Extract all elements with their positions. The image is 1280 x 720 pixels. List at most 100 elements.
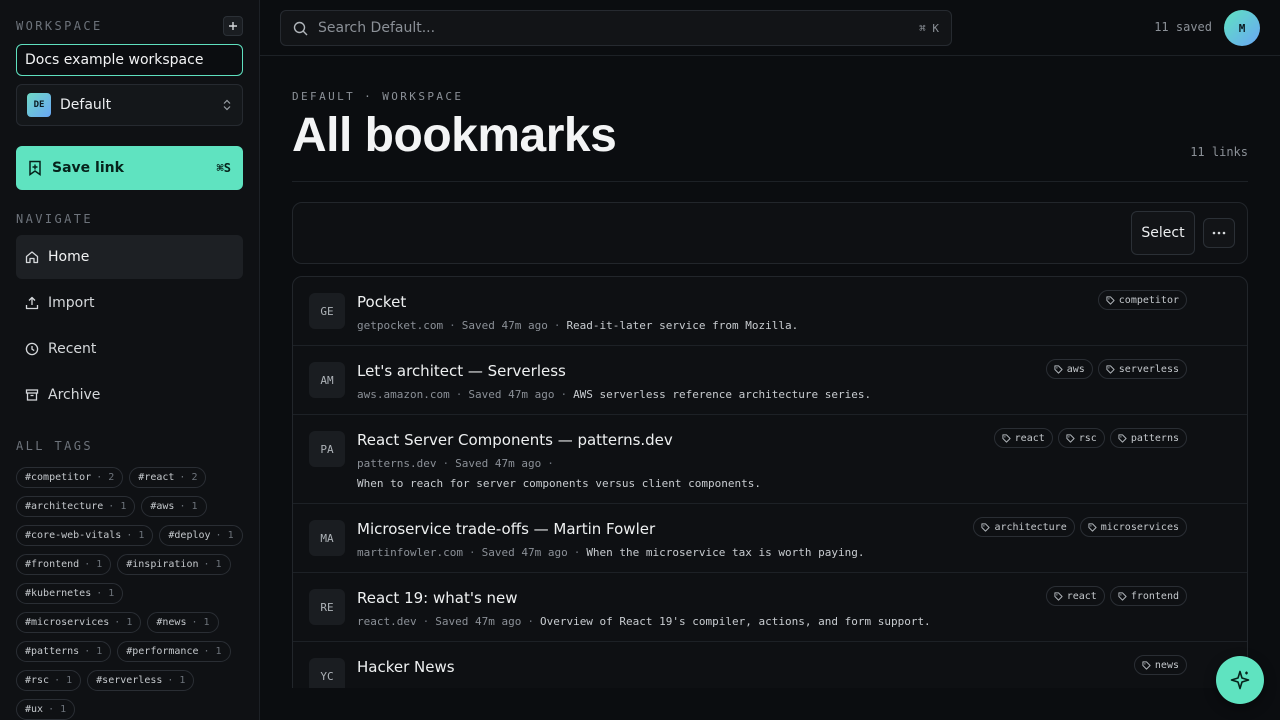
tag-icon xyxy=(1106,364,1115,374)
tag-chip-name: #performance xyxy=(126,646,199,657)
bookmark-saved-time: Saved 47m ago xyxy=(468,388,555,401)
tag-chip-count: · 1 xyxy=(84,559,103,570)
tag-chip[interactable]: #deploy · 1 xyxy=(159,525,243,546)
site-favicon: AM xyxy=(309,362,345,398)
bookmark-title[interactable]: React 19: what's new xyxy=(357,589,518,607)
tag-chip[interactable]: #core-web-vitals · 1 xyxy=(16,525,154,546)
bookmark-title[interactable]: Hacker News xyxy=(357,658,455,676)
tag-chip[interactable]: #patterns · 1 xyxy=(16,641,112,662)
sidebar-item-recent[interactable]: Recent xyxy=(16,327,243,371)
bookmark-saved-time: Saved 47m ago xyxy=(461,319,548,332)
bookmark-title[interactable]: React Server Components — patterns.dev xyxy=(357,431,673,449)
save-link-button[interactable]: Save link ⌘S xyxy=(16,146,243,190)
bookmark-tag[interactable]: microservices xyxy=(1079,517,1187,537)
separator: · xyxy=(547,457,554,470)
tag-chip[interactable]: #competitor · 2 xyxy=(16,467,124,488)
avatar[interactable]: M xyxy=(1224,10,1260,46)
bookmark-plus-icon xyxy=(29,160,41,176)
bookmark-tag-label: news xyxy=(1154,659,1179,671)
save-link-label: Save link xyxy=(52,160,124,176)
tag-chip-name: #microservices xyxy=(25,617,110,628)
tag-icon xyxy=(1118,591,1127,601)
bookmark-tag-label: frontend xyxy=(1130,590,1179,602)
bookmark-row[interactable]: GE Pocket getpocket.com · Saved 47m ago · Read… xyxy=(293,277,1247,346)
sidebar-item-label: Import xyxy=(48,295,95,311)
bookmark-description: When the microservice tax is worth payin… xyxy=(586,546,865,559)
bookmark-title[interactable]: Pocket xyxy=(357,293,406,311)
separator: · xyxy=(553,319,561,332)
bookmark-row[interactable]: YC Hacker News news xyxy=(293,642,1247,688)
bookmark-title[interactable]: Microservice trade-offs — Martin Fowler xyxy=(357,520,655,538)
bookmark-meta: aws.amazon.com · Saved 47m ago · AWS serverl… xyxy=(357,388,871,401)
sidebar-item-home[interactable]: Home xyxy=(16,235,243,279)
bookmark-tag[interactable]: frontend xyxy=(1109,586,1187,606)
bookmark-title[interactable]: Let's architect — Serverless xyxy=(357,362,566,380)
tag-chip[interactable]: #architecture · 1 xyxy=(16,496,136,517)
bookmark-tag[interactable]: patterns xyxy=(1109,428,1187,448)
tag-chip[interactable]: #ux · 1 xyxy=(16,699,76,720)
breadcrumb: DEFAULT · WORKSPACE xyxy=(292,90,464,103)
tag-chip[interactable]: #inspiration · 1 xyxy=(117,554,231,575)
page-title: All bookmarks xyxy=(292,109,617,162)
tag-icon xyxy=(1054,364,1063,374)
bookmark-domain: aws.amazon.com xyxy=(357,388,450,401)
tag-chip-count: · 1 xyxy=(126,530,145,541)
workspace-select-value: Default xyxy=(60,97,112,113)
separator: · xyxy=(527,615,534,628)
select-button[interactable]: Select xyxy=(1131,211,1195,255)
bookmark-tag[interactable]: rsc xyxy=(1057,428,1105,448)
bookmark-tag-label: patterns xyxy=(1130,432,1179,444)
bookmark-tag[interactable]: react xyxy=(993,428,1053,448)
search-input[interactable]: Search Default... ⌘ K xyxy=(280,10,952,46)
tag-icon xyxy=(981,522,991,532)
bookmark-tags: react rsc patterns xyxy=(993,428,1187,448)
tag-chip[interactable]: #news · 1 xyxy=(147,612,219,633)
bookmark-tag-label: rsc xyxy=(1078,432,1097,444)
bookmark-tag-label: react xyxy=(1066,590,1097,602)
tag-chip-name: #architecture xyxy=(25,501,104,512)
site-favicon: PA xyxy=(309,431,345,467)
chevron-updown-icon xyxy=(223,99,231,111)
bookmark-tag-label: architecture xyxy=(994,521,1067,533)
bookmark-tag[interactable]: serverless xyxy=(1097,359,1187,379)
add-workspace-button[interactable] xyxy=(223,16,243,36)
tag-chip[interactable]: #serverless · 1 xyxy=(87,670,195,691)
bookmark-tag[interactable]: news xyxy=(1133,655,1187,675)
separator: · xyxy=(442,457,450,470)
upload-icon xyxy=(25,296,39,310)
workspace-name-input[interactable] xyxy=(16,44,243,76)
tag-chip[interactable]: #rsc · 1 xyxy=(16,670,82,691)
workspace-select[interactable]: DE Default xyxy=(16,84,243,126)
search-placeholder: Search Default... xyxy=(318,20,436,36)
tag-chip-name: #ux xyxy=(25,704,44,715)
workspace-header: WORKSPACE xyxy=(16,16,243,36)
tag-chip-name: #news xyxy=(156,617,187,628)
tag-icon xyxy=(1118,433,1127,443)
bookmark-row[interactable]: MA Microservice trade-offs — Martin Fowle… xyxy=(293,504,1247,573)
bookmark-tag[interactable]: react xyxy=(1045,586,1105,606)
tag-chip-count: · 1 xyxy=(96,588,115,599)
tag-chip[interactable]: #kubernetes · 1 xyxy=(16,583,124,604)
bookmark-description: When to reach for server components vers… xyxy=(357,477,761,490)
bookmark-row[interactable]: RE React 19: what's new react.dev · Saved 47… xyxy=(293,573,1247,642)
tag-chip[interactable]: #performance · 1 xyxy=(117,641,231,662)
bookmark-row[interactable]: AM Let's architect — Serverless aws.amazon… xyxy=(293,346,1247,415)
bookmark-tags: react frontend xyxy=(1045,586,1187,606)
bookmark-tag[interactable]: aws xyxy=(1045,359,1093,379)
sidebar-item-import[interactable]: Import xyxy=(16,281,243,325)
more-options-button[interactable] xyxy=(1203,218,1235,248)
bookmark-tag[interactable]: competitor xyxy=(1097,290,1187,310)
ai-assistant-button[interactable] xyxy=(1216,656,1264,704)
sidebar: WORKSPACE DE Default Save link ⌘S NAVIGA… xyxy=(0,0,260,720)
save-link-shortcut: ⌘S xyxy=(216,161,231,175)
tag-chip[interactable]: #frontend · 1 xyxy=(16,554,112,575)
bookmark-row[interactable]: PA React Server Components — patterns.dev… xyxy=(293,415,1247,504)
sidebar-item-archive[interactable]: Archive xyxy=(16,373,243,417)
bookmark-tag[interactable]: architecture xyxy=(973,517,1075,537)
tag-chip-count: · 1 xyxy=(167,675,186,686)
main-content: DEFAULT · WORKSPACE All bookmarks 11 lin… xyxy=(292,56,1248,688)
tag-chip[interactable]: #react · 2 xyxy=(129,467,207,488)
tag-chip[interactable]: #aws · 1 xyxy=(141,496,207,517)
bookmark-domain: react.dev xyxy=(357,615,417,628)
tag-chip[interactable]: #microservices · 1 xyxy=(16,612,142,633)
